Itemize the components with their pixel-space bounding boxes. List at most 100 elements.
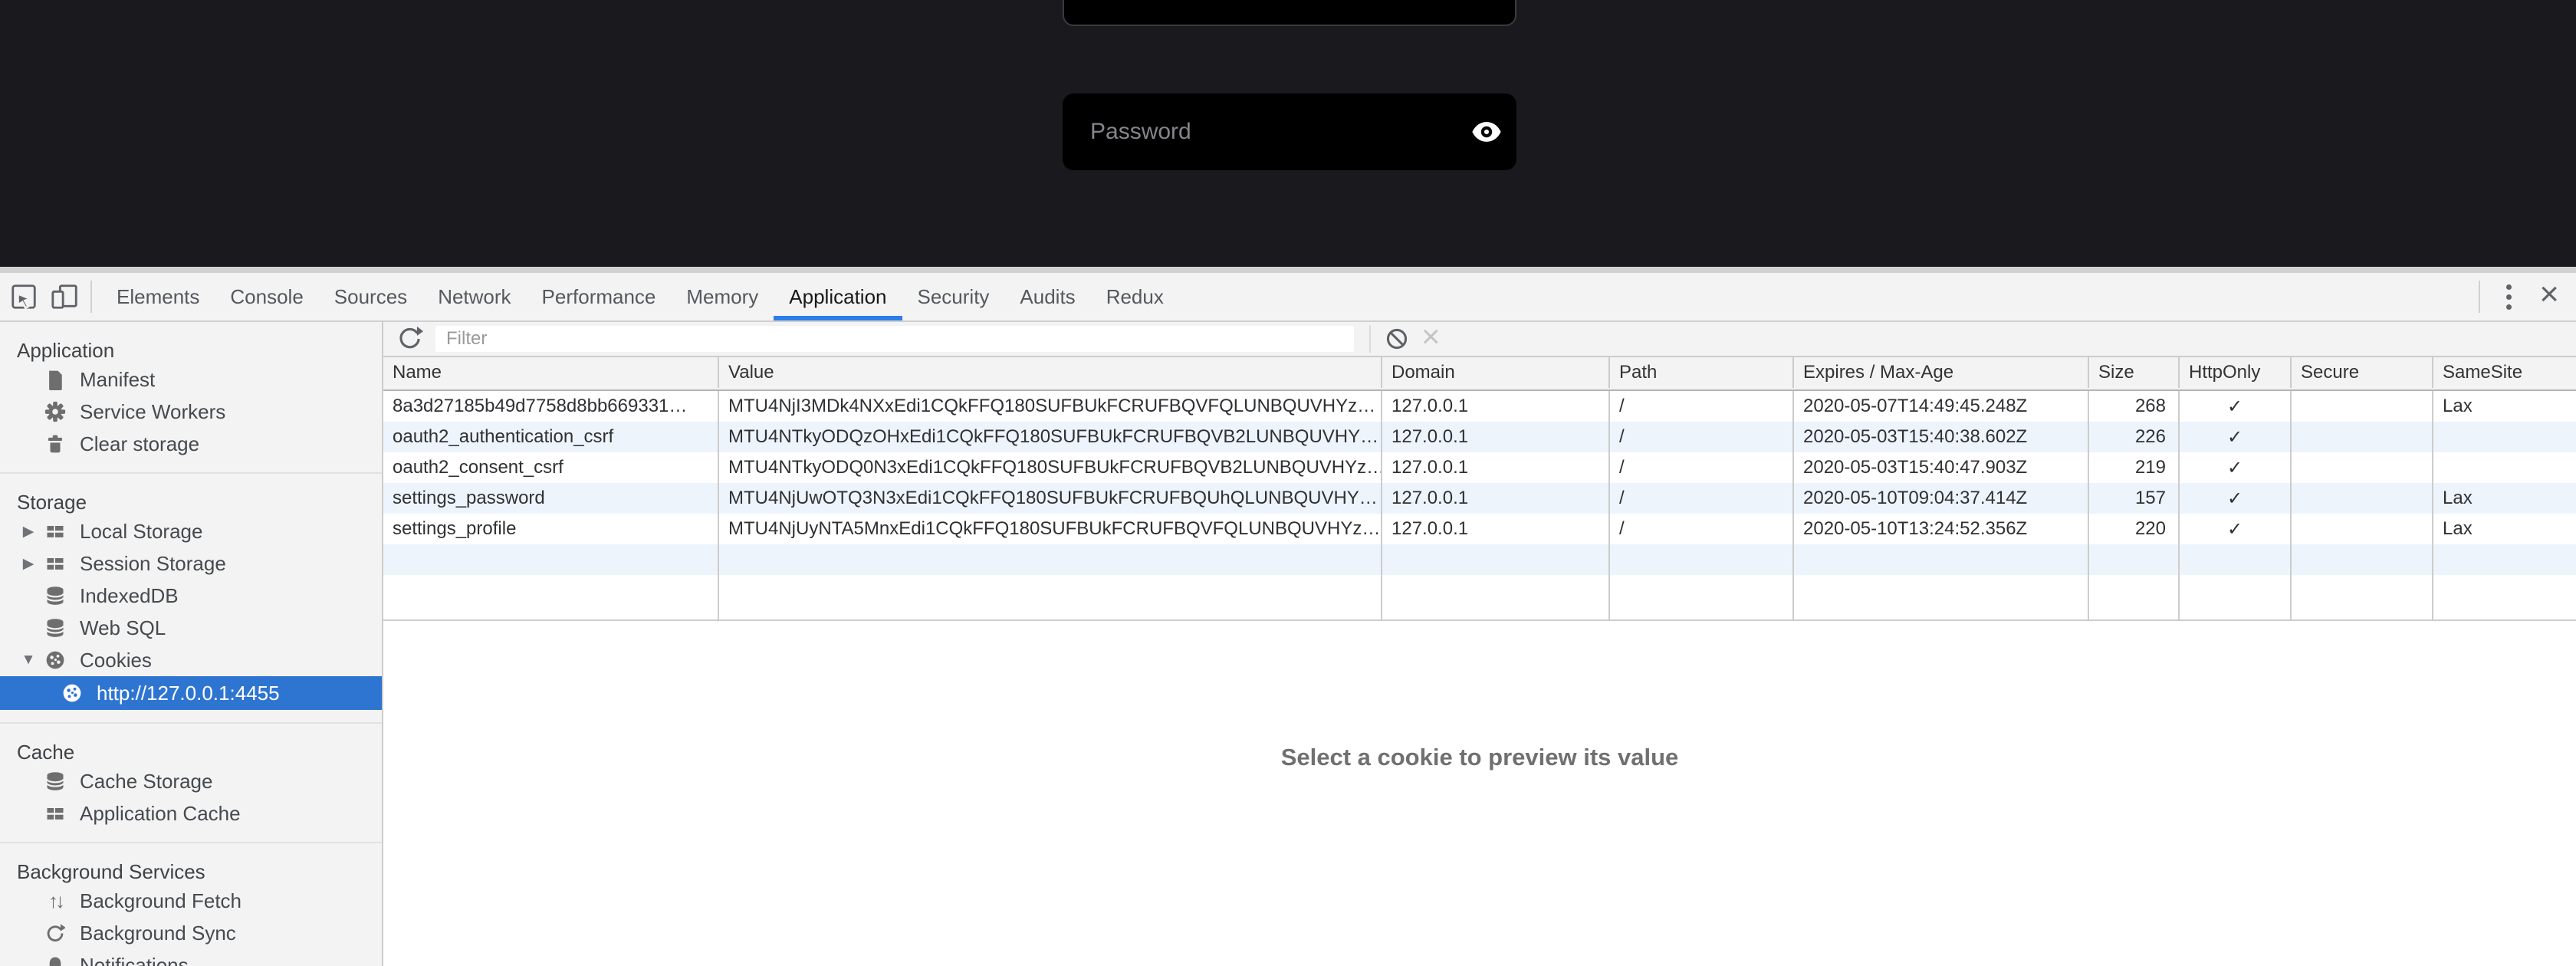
inspect-element-button[interactable] [6, 278, 41, 315]
tab-security[interactable]: Security [902, 273, 1005, 320]
section-title: Application [0, 333, 382, 363]
sidebar-item-cookies[interactable]: ▼ Cookies [0, 644, 382, 676]
devtools-tabbar: Elements Console Sources Network Perform… [0, 273, 2576, 322]
bell-icon [41, 955, 69, 966]
disclosure-expanded-icon[interactable]: ▼ [15, 652, 41, 669]
sidebar-section-application: Application Manifest [0, 322, 382, 474]
column-header-httponly[interactable]: HttpOnly [2180, 357, 2292, 388]
cookie-row[interactable]: settings_profile MTU4NjUyNTA5MnxEdi1CQkF… [383, 514, 2576, 544]
sidebar-item-notifications[interactable]: Notifications [0, 949, 382, 966]
tab-performance[interactable]: Performance [527, 273, 672, 320]
cookie-value: MTU4NTkyODQzOHxEdi1CQkFFQ180SUFBUkFCRUFB… [719, 422, 1382, 452]
cookie-path: / [1610, 514, 1794, 544]
cookie-httponly: ✓ [2180, 452, 2292, 483]
tab-application[interactable]: Application [774, 273, 902, 320]
cookie-name: oauth2_consent_csrf [383, 452, 719, 483]
close-icon[interactable]: × [2528, 278, 2576, 316]
sidebar-item-label: Background Fetch [80, 889, 242, 913]
disclosure-collapsed-icon[interactable]: ▶ [15, 523, 41, 540]
tab-network[interactable]: Network [422, 273, 526, 320]
column-header-path[interactable]: Path [1610, 357, 1794, 388]
cookie-secure [2292, 452, 2433, 483]
cookie-name: oauth2_authentication_csrf [383, 422, 719, 452]
device-toolbar-button[interactable] [48, 278, 83, 315]
column-header-samesite[interactable]: SameSite [2433, 357, 2576, 388]
sidebar-item-background-fetch[interactable]: ↑↓ Background Fetch [0, 885, 382, 917]
sidebar-item-label: Cookies [80, 649, 152, 672]
sidebar-item-local-storage[interactable]: ▶ Local Storage [0, 515, 382, 547]
cookie-httponly: ✓ [2180, 391, 2292, 422]
devtools-panel: Elements Console Sources Network Perform… [0, 267, 2576, 966]
sidebar-section-cache: Cache Cache Storage [0, 724, 382, 843]
inspect-icon [9, 282, 38, 311]
eye-icon [1470, 120, 1503, 143]
filter-input[interactable] [435, 326, 1354, 352]
column-header-expires[interactable]: Expires / Max-Age [1794, 357, 2089, 388]
sidebar-item-web-sql[interactable]: Web SQL [0, 612, 382, 644]
database-icon [41, 617, 69, 639]
cookie-row[interactable]: oauth2_consent_csrf MTU4NTkyODQ0N3xEdi1C… [383, 452, 2576, 483]
column-header-size[interactable]: Size [2089, 357, 2180, 388]
cookie-icon [41, 649, 69, 671]
tab-sources[interactable]: Sources [319, 273, 422, 320]
clear-x-icon[interactable]: × [1417, 320, 1445, 357]
sidebar-item-label: Background Sync [80, 922, 236, 945]
cookie-name: 8a3d27185b49d7758d8bb669331… [383, 391, 719, 422]
cookie-path: / [1610, 422, 1794, 452]
sidebar-section-storage: Storage ▶ Local Storage ▶ [0, 474, 382, 724]
column-header-name[interactable]: Name [383, 357, 719, 388]
column-header-secure[interactable]: Secure [2292, 357, 2433, 388]
username-field-partial[interactable] [1063, 0, 1516, 26]
password-input[interactable] [1063, 119, 1457, 145]
sidebar-item-cookie-origin-selected[interactable]: http://127.0.0.1:4455 [0, 676, 382, 710]
sidebar-item-label: Manifest [80, 368, 155, 392]
tab-elements[interactable]: Elements [101, 273, 215, 320]
cookie-size: 268 [2089, 391, 2180, 422]
sidebar-item-label: IndexedDB [80, 584, 179, 608]
cookie-secure [2292, 391, 2433, 422]
table-empty-area [383, 575, 2576, 621]
sidebar-item-label: Notifications [80, 954, 189, 966]
column-header-value[interactable]: Value [719, 357, 1382, 388]
cookie-row-empty[interactable] [383, 544, 2576, 575]
show-password-button[interactable] [1457, 120, 1516, 143]
cookie-row[interactable]: 8a3d27185b49d7758d8bb669331… MTU4NjI3MDk… [383, 391, 2576, 422]
tab-redux[interactable]: Redux [1091, 273, 1179, 320]
sidebar-item-manifest[interactable]: Manifest [0, 363, 382, 396]
cookie-samesite: Lax [2433, 391, 2576, 422]
table-icon [41, 803, 69, 824]
sidebar-item-cache-storage[interactable]: Cache Storage [0, 765, 382, 797]
disclosure-collapsed-icon[interactable]: ▶ [15, 555, 41, 573]
refresh-button[interactable] [397, 326, 423, 352]
cookie-size: 226 [2089, 422, 2180, 452]
cookies-toolbar: × [383, 322, 2576, 357]
sidebar-item-application-cache[interactable]: Application Cache [0, 797, 382, 830]
column-header-domain[interactable]: Domain [1382, 357, 1610, 388]
kebab-menu-icon[interactable] [2489, 284, 2528, 310]
sync-icon [41, 923, 69, 943]
sidebar-item-label: http://127.0.0.1:4455 [97, 682, 280, 705]
cookie-domain: 127.0.0.1 [1382, 514, 1610, 544]
cookie-path: / [1610, 452, 1794, 483]
sidebar-item-session-storage[interactable]: ▶ Session Storage [0, 547, 382, 580]
cookie-samesite: Lax [2433, 483, 2576, 514]
device-toolbar-icon [51, 282, 80, 311]
password-field[interactable] [1063, 94, 1516, 170]
sidebar-item-service-workers[interactable]: Service Workers [0, 396, 382, 428]
tab-audits[interactable]: Audits [1004, 273, 1090, 320]
sidebar-item-indexeddb[interactable]: IndexedDB [0, 580, 382, 612]
sidebar-item-background-sync[interactable]: Background Sync [0, 917, 382, 949]
clear-all-cookies-button[interactable] [1385, 327, 1409, 351]
tab-memory[interactable]: Memory [671, 273, 774, 320]
cookie-row[interactable]: oauth2_authentication_csrf MTU4NTkyODQzO… [383, 422, 2576, 452]
page-background [0, 0, 2576, 273]
cookie-row[interactable]: settings_password MTU4NjUwOTQ3N3xEdi1CQk… [383, 483, 2576, 514]
block-icon [1385, 327, 1409, 351]
sidebar-item-clear-storage[interactable]: Clear storage [0, 428, 382, 460]
toolbar-divider [1369, 325, 1371, 353]
cookie-value: MTU4NjUyNTA5MnxEdi1CQkFFQ180SUFBUkFCRUFB… [719, 514, 1382, 544]
cookie-samesite: Lax [2433, 514, 2576, 544]
tab-console[interactable]: Console [215, 273, 318, 320]
trash-icon [41, 434, 69, 454]
cookie-preview-pane: Select a cookie to preview its value [383, 621, 2576, 966]
